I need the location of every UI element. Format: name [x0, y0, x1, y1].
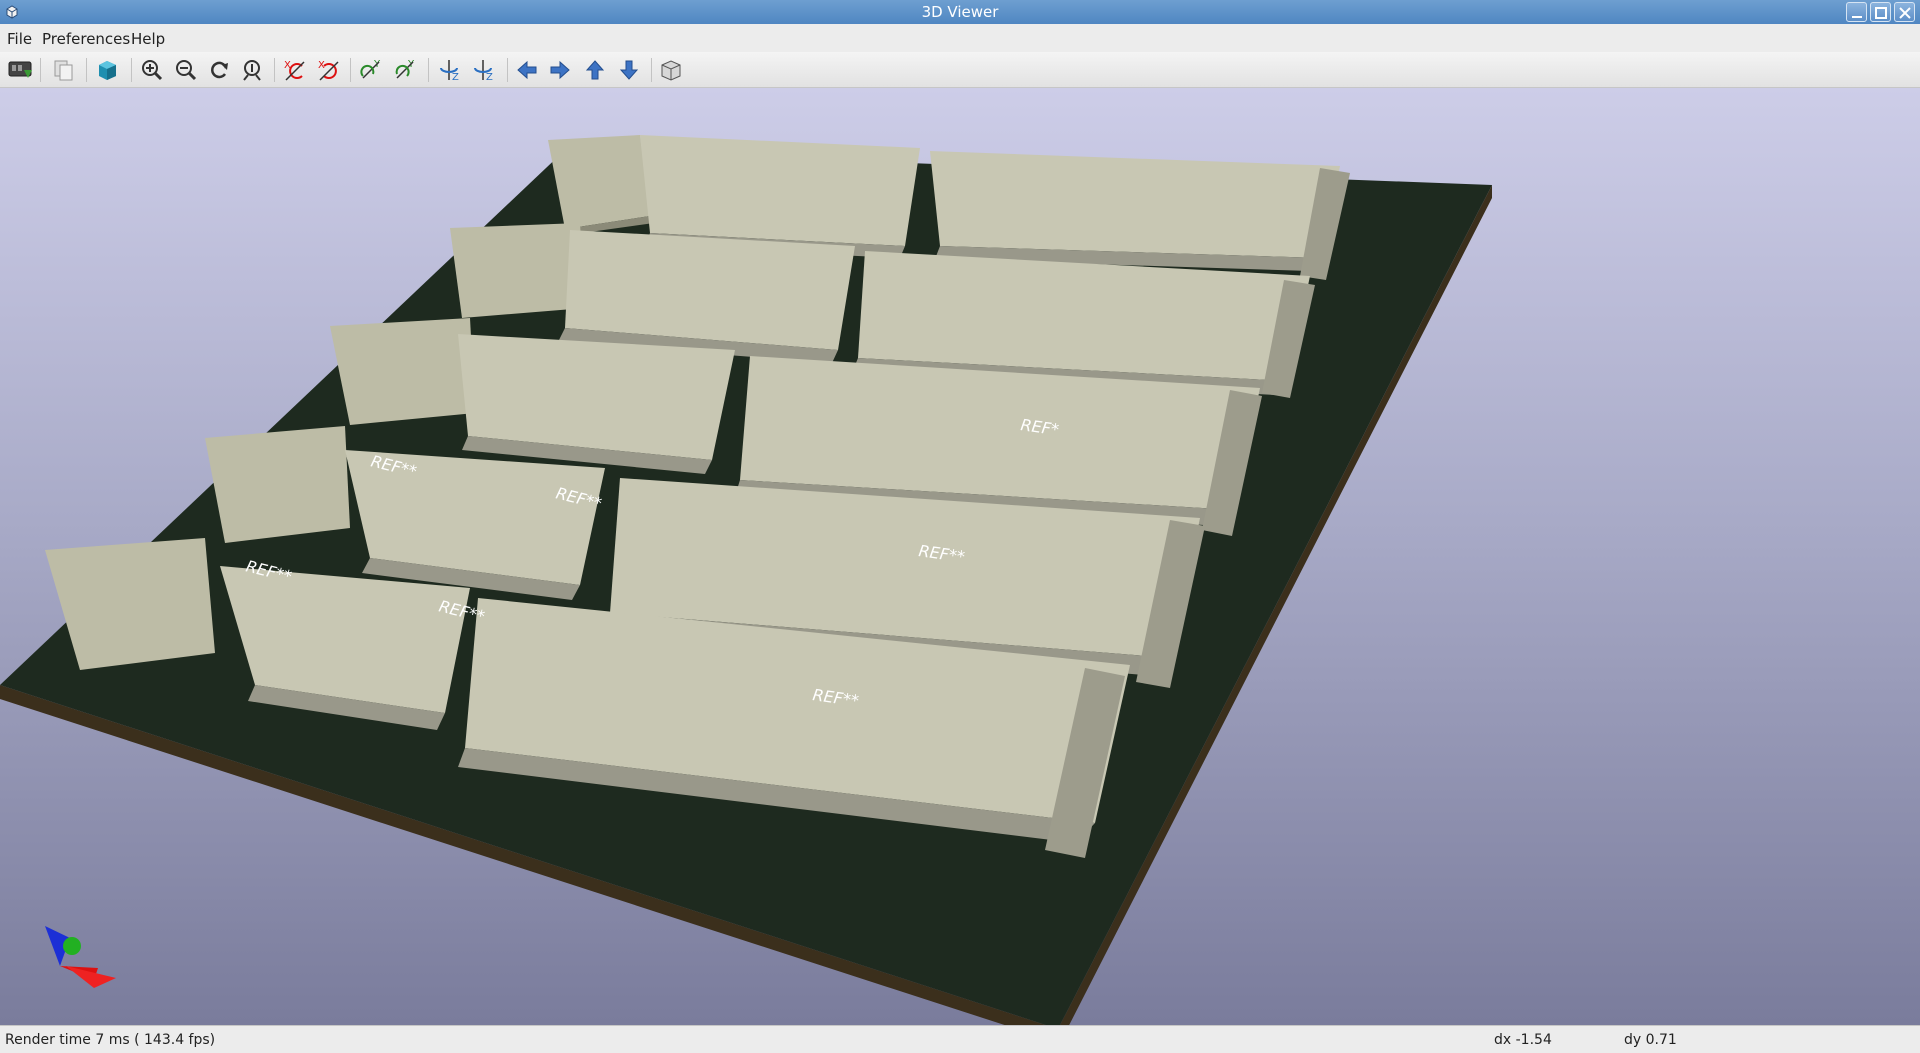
svg-text:Z: Z	[486, 72, 493, 82]
y-axis-arrow	[63, 937, 81, 955]
redraw-icon[interactable]	[206, 56, 234, 84]
render-time-status: Render time 7 ms ( 143.4 fps)	[5, 1032, 216, 1048]
ortho-projection-icon[interactable]	[657, 56, 685, 84]
maximize-button[interactable]	[1870, 2, 1891, 22]
rotate-z-cw-icon[interactable]: Z	[435, 56, 463, 84]
zoom-fit-icon[interactable]	[238, 56, 266, 84]
3d-viewport[interactable]: REF** REF** REF** REF** REF** REF** REF*	[0, 88, 1920, 1025]
toolbar: X X Y Y Z Z	[0, 52, 1920, 88]
pcb-3d-scene: REF** REF** REF** REF** REF** REF** REF*	[0, 135, 1492, 1025]
pan-right-icon[interactable]	[546, 56, 574, 84]
rotate-z-ccw-icon[interactable]: Z	[469, 56, 497, 84]
dy-status: dy 0.71	[1624, 1032, 1677, 1048]
svg-text:Z: Z	[452, 72, 459, 82]
pan-up-icon[interactable]	[581, 56, 609, 84]
pan-left-icon[interactable]	[513, 56, 541, 84]
rotate-y-ccw-icon[interactable]: Y	[391, 56, 419, 84]
title-bar: 3D Viewer	[0, 0, 1920, 24]
menu-help[interactable]: Help	[131, 30, 165, 48]
rotate-x-ccw-icon[interactable]: X	[314, 56, 342, 84]
toolbar-separator	[428, 58, 429, 82]
toolbar-separator	[40, 58, 41, 82]
toolbar-separator	[350, 58, 351, 82]
rotate-x-cw-icon[interactable]: X	[280, 56, 308, 84]
realistic-mode-icon[interactable]	[93, 56, 121, 84]
minimize-button[interactable]	[1846, 2, 1867, 22]
pan-down-icon[interactable]	[615, 56, 643, 84]
toolbar-separator	[651, 58, 652, 82]
toolbar-separator	[274, 58, 275, 82]
menu-file[interactable]: File	[7, 30, 32, 48]
toolbar-separator	[131, 58, 132, 82]
close-button[interactable]	[1894, 2, 1915, 22]
zoom-in-icon[interactable]	[138, 56, 166, 84]
status-bar: Render time 7 ms ( 143.4 fps) dx -1.54 d…	[0, 1025, 1920, 1053]
dx-status: dx -1.54	[1494, 1032, 1552, 1048]
copy-image-icon[interactable]	[50, 56, 78, 84]
toolbar-separator	[86, 58, 87, 82]
menu-preferences[interactable]: Preferences	[42, 30, 130, 48]
reload-board-icon[interactable]	[6, 56, 34, 84]
rotate-y-cw-icon[interactable]: Y	[357, 56, 385, 84]
zoom-out-icon[interactable]	[172, 56, 200, 84]
menu-bar: File Preferences Help	[0, 24, 1920, 52]
window-title: 3D Viewer	[921, 3, 999, 21]
toolbar-separator	[507, 58, 508, 82]
axis-gizmo	[45, 926, 116, 988]
